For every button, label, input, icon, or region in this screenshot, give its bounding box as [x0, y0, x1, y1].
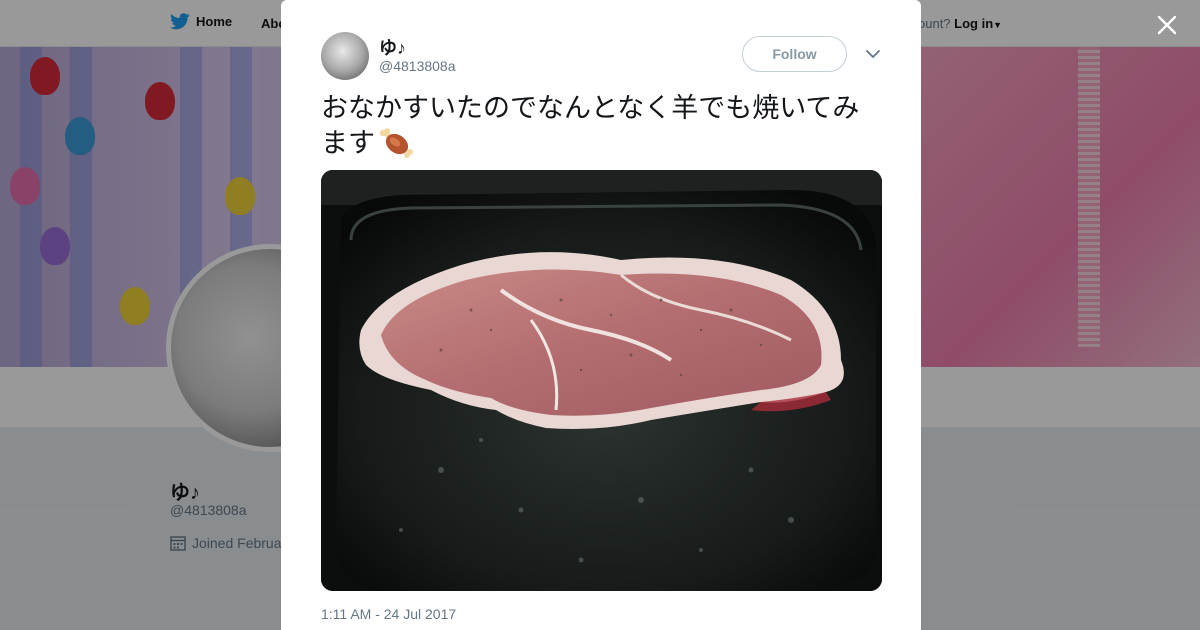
- grilled-lamb-photo: [321, 170, 882, 591]
- close-icon[interactable]: [1154, 12, 1180, 38]
- tweet-photo[interactable]: [321, 170, 882, 591]
- tweet-text-container: おなかすいたのでなんとなく羊でも焼いてみます: [321, 91, 881, 161]
- tweet-modal: ゆ♪ @4813808a Follow おなかすいたのでなんとなく羊でも焼いてみ…: [281, 0, 921, 630]
- meat-on-bone-icon: [379, 128, 413, 158]
- author-handle[interactable]: @4813808a: [379, 58, 456, 74]
- follow-button[interactable]: Follow: [742, 36, 847, 72]
- author-name[interactable]: ゆ♪: [379, 34, 406, 60]
- author-avatar[interactable]: [321, 32, 369, 80]
- tweet-timestamp[interactable]: 1:11 AM - 24 Jul 2017: [321, 606, 456, 622]
- chevron-down-icon[interactable]: [864, 47, 882, 61]
